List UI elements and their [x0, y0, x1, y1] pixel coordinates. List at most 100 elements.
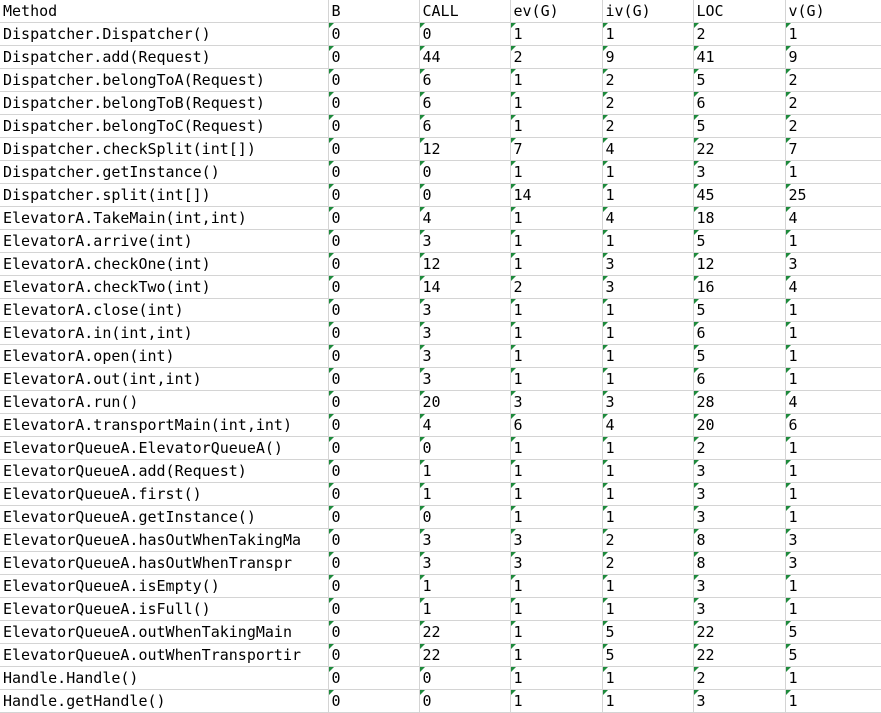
cell-loc[interactable]: 8	[693, 528, 786, 552]
cell-loc[interactable]: 45	[693, 183, 786, 207]
cell-v[interactable]: 1	[785, 298, 881, 322]
cell-v[interactable]: 1	[785, 367, 881, 391]
cell-v[interactable]: 3	[785, 528, 881, 552]
method-cell[interactable]: ElevatorQueueA.ElevatorQueueA()	[0, 436, 329, 460]
cell-call[interactable]: 0	[419, 436, 511, 460]
cell-loc[interactable]: 22	[693, 620, 786, 644]
cell-call[interactable]: 3	[419, 367, 511, 391]
cell-loc[interactable]: 5	[693, 114, 786, 138]
cell-loc[interactable]: 2	[693, 22, 786, 46]
column-header-iv[interactable]: iv(G)	[602, 0, 694, 23]
method-cell[interactable]: ElevatorQueueA.hasOutWhenTakingMa	[0, 528, 329, 552]
cell-call[interactable]: 44	[419, 45, 511, 69]
cell-loc[interactable]: 8	[693, 551, 786, 575]
method-cell[interactable]: Dispatcher.checkSplit(int[])	[0, 137, 329, 161]
cell-iv[interactable]: 4	[602, 137, 694, 161]
method-cell[interactable]: Dispatcher.split(int[])	[0, 183, 329, 207]
cell-ev[interactable]: 14	[510, 183, 603, 207]
cell-loc[interactable]: 22	[693, 137, 786, 161]
cell-ev[interactable]: 1	[510, 367, 603, 391]
cell-loc[interactable]: 2	[693, 666, 786, 690]
cell-ev[interactable]: 2	[510, 45, 603, 69]
cell-v[interactable]: 4	[785, 390, 881, 414]
cell-b[interactable]: 0	[328, 183, 420, 207]
cell-iv[interactable]: 1	[602, 321, 694, 345]
cell-call[interactable]: 0	[419, 22, 511, 46]
cell-v[interactable]: 4	[785, 206, 881, 230]
cell-v[interactable]: 1	[785, 666, 881, 690]
cell-b[interactable]: 0	[328, 321, 420, 345]
cell-ev[interactable]: 3	[510, 528, 603, 552]
cell-call[interactable]: 6	[419, 114, 511, 138]
cell-b[interactable]: 0	[328, 91, 420, 115]
cell-b[interactable]: 0	[328, 505, 420, 529]
cell-loc[interactable]: 12	[693, 252, 786, 276]
cell-b[interactable]: 0	[328, 298, 420, 322]
cell-iv[interactable]: 1	[602, 160, 694, 184]
cell-call[interactable]: 6	[419, 68, 511, 92]
cell-call[interactable]: 4	[419, 413, 511, 437]
cell-b[interactable]: 0	[328, 482, 420, 506]
cell-ev[interactable]: 1	[510, 482, 603, 506]
cell-ev[interactable]: 1	[510, 298, 603, 322]
cell-loc[interactable]: 3	[693, 160, 786, 184]
cell-ev[interactable]: 1	[510, 505, 603, 529]
cell-call[interactable]: 0	[419, 666, 511, 690]
cell-ev[interactable]: 1	[510, 160, 603, 184]
cell-b[interactable]: 0	[328, 643, 420, 667]
cell-b[interactable]: 0	[328, 367, 420, 391]
cell-loc[interactable]: 3	[693, 689, 786, 713]
cell-b[interactable]: 0	[328, 574, 420, 598]
cell-iv[interactable]: 1	[602, 459, 694, 483]
cell-ev[interactable]: 1	[510, 643, 603, 667]
cell-iv[interactable]: 1	[602, 436, 694, 460]
column-header-method[interactable]: Method	[0, 0, 329, 23]
cell-loc[interactable]: 3	[693, 459, 786, 483]
cell-iv[interactable]: 1	[602, 689, 694, 713]
cell-ev[interactable]: 1	[510, 574, 603, 598]
method-cell[interactable]: Handle.getHandle()	[0, 689, 329, 713]
cell-ev[interactable]: 1	[510, 689, 603, 713]
cell-v[interactable]: 1	[785, 344, 881, 368]
cell-b[interactable]: 0	[328, 689, 420, 713]
method-cell[interactable]: ElevatorA.checkTwo(int)	[0, 275, 329, 299]
cell-call[interactable]: 14	[419, 275, 511, 299]
cell-call[interactable]: 12	[419, 252, 511, 276]
cell-loc[interactable]: 5	[693, 344, 786, 368]
cell-iv[interactable]: 2	[602, 114, 694, 138]
column-header-call[interactable]: CALL	[419, 0, 511, 23]
cell-loc[interactable]: 3	[693, 574, 786, 598]
method-cell[interactable]: ElevatorQueueA.add(Request)	[0, 459, 329, 483]
cell-iv[interactable]: 2	[602, 91, 694, 115]
cell-call[interactable]: 3	[419, 344, 511, 368]
cell-v[interactable]: 25	[785, 183, 881, 207]
cell-v[interactable]: 1	[785, 689, 881, 713]
cell-v[interactable]: 2	[785, 68, 881, 92]
cell-call[interactable]: 20	[419, 390, 511, 414]
cell-call[interactable]: 3	[419, 551, 511, 575]
method-cell[interactable]: ElevatorQueueA.outWhenTakingMain	[0, 620, 329, 644]
cell-iv[interactable]: 1	[602, 574, 694, 598]
method-cell[interactable]: ElevatorQueueA.hasOutWhenTranspr	[0, 551, 329, 575]
cell-iv[interactable]: 1	[602, 298, 694, 322]
cell-ev[interactable]: 1	[510, 666, 603, 690]
cell-iv[interactable]: 4	[602, 206, 694, 230]
cell-b[interactable]: 0	[328, 206, 420, 230]
method-cell[interactable]: Handle.Handle()	[0, 666, 329, 690]
cell-iv[interactable]: 1	[602, 344, 694, 368]
cell-v[interactable]: 7	[785, 137, 881, 161]
cell-iv[interactable]: 2	[602, 68, 694, 92]
cell-b[interactable]: 0	[328, 436, 420, 460]
cell-b[interactable]: 0	[328, 45, 420, 69]
cell-v[interactable]: 3	[785, 551, 881, 575]
cell-ev[interactable]: 7	[510, 137, 603, 161]
cell-v[interactable]: 1	[785, 482, 881, 506]
method-cell[interactable]: ElevatorA.in(int,int)	[0, 321, 329, 345]
column-header-ev[interactable]: ev(G)	[510, 0, 603, 23]
cell-call[interactable]: 1	[419, 574, 511, 598]
method-cell[interactable]: ElevatorA.TakeMain(int,int)	[0, 206, 329, 230]
cell-v[interactable]: 1	[785, 229, 881, 253]
cell-loc[interactable]: 18	[693, 206, 786, 230]
cell-ev[interactable]: 1	[510, 91, 603, 115]
cell-loc[interactable]: 16	[693, 275, 786, 299]
